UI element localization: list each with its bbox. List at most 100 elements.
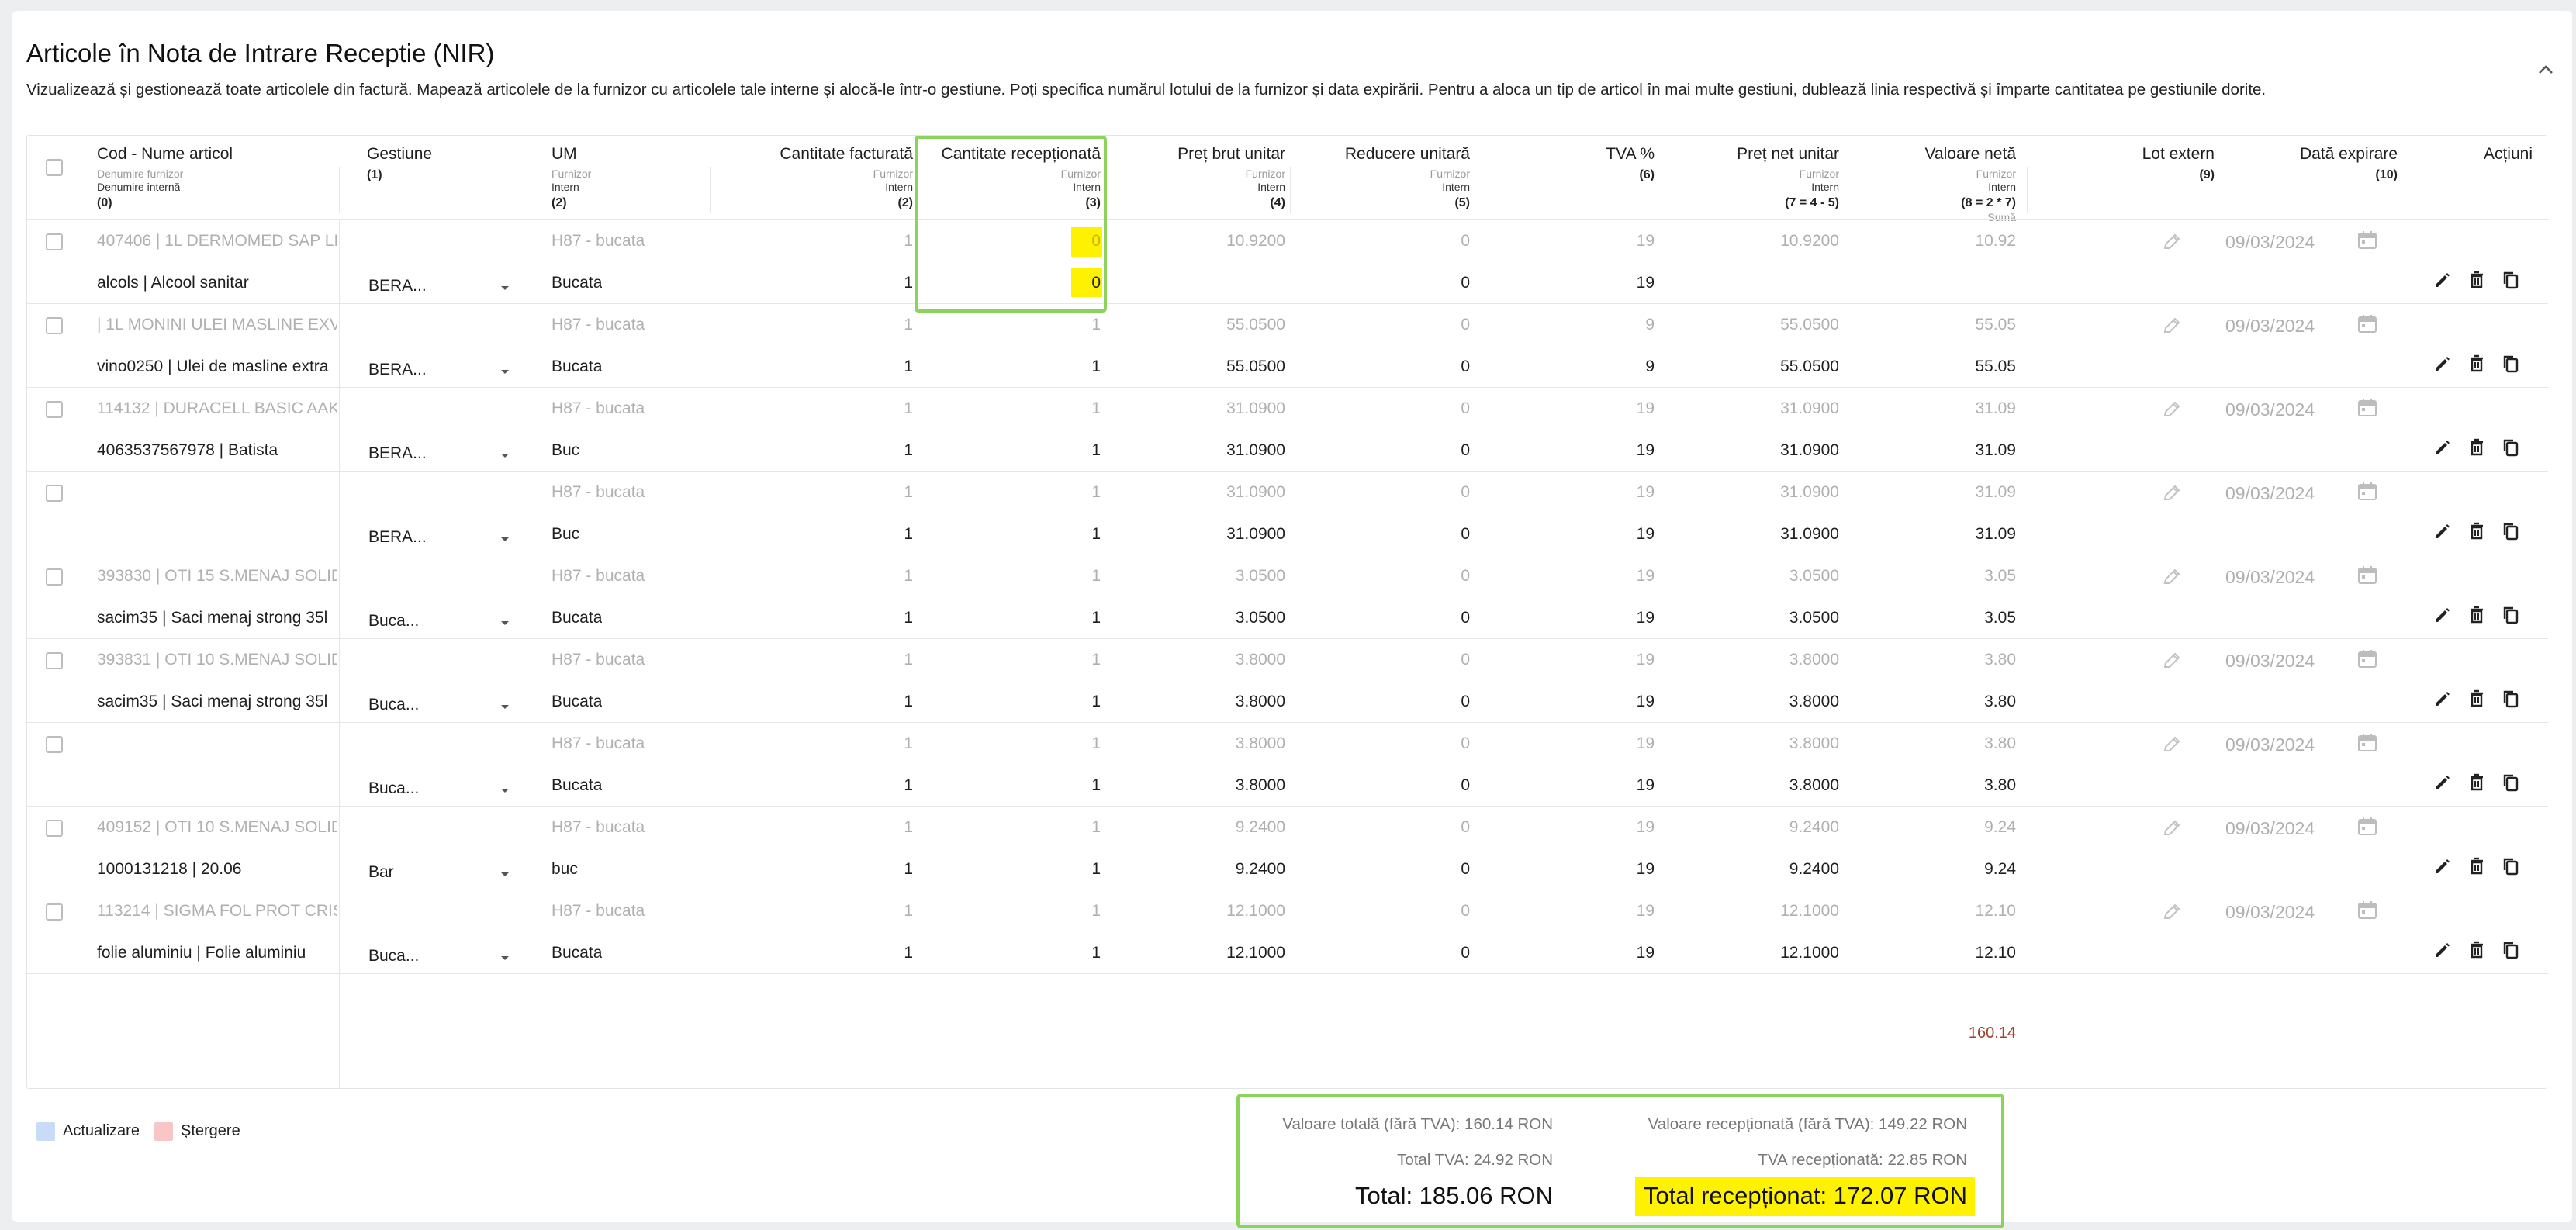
qty-received-input[interactable]: 1 [919, 693, 1101, 711]
copy-icon[interactable] [2500, 855, 2522, 881]
trash-icon[interactable] [2466, 688, 2488, 713]
row-checkbox[interactable] [46, 485, 63, 502]
qty-received-input[interactable]: 1 [919, 860, 1101, 879]
expiry-date-input[interactable]: 09/03/2024 [2225, 399, 2326, 420]
copy-icon[interactable] [2500, 353, 2522, 378]
internal-item-name[interactable]: folie aluminiu | Folie aluminiu [97, 944, 337, 962]
row-checkbox[interactable] [46, 652, 63, 669]
calendar-icon[interactable] [2356, 731, 2379, 758]
trash-icon[interactable] [2466, 520, 2488, 546]
internal-item-name[interactable]: alcols | Alcool sanitar [97, 274, 337, 292]
chevron-down-icon[interactable] [497, 447, 513, 467]
chevron-down-icon[interactable] [497, 950, 513, 969]
internal-item-name[interactable]: sacim35 | Saci menaj strong 35l [97, 609, 337, 627]
pencil-icon[interactable] [2160, 482, 2184, 509]
calendar-icon[interactable] [2356, 396, 2379, 423]
expiry-date-input[interactable]: 09/03/2024 [2225, 902, 2326, 923]
calendar-icon[interactable] [2356, 815, 2379, 842]
calendar-icon[interactable] [2356, 564, 2379, 591]
copy-icon[interactable] [2500, 939, 2522, 965]
expiry-date-input[interactable]: 09/03/2024 [2225, 483, 2326, 504]
pencil-icon[interactable] [2160, 230, 2184, 257]
expiry-date-input[interactable]: 09/03/2024 [2225, 232, 2326, 253]
edit-icon[interactable] [2432, 772, 2453, 797]
expiry-date-input[interactable]: 09/03/2024 [2225, 818, 2326, 839]
qty-received-input[interactable]: 1 [919, 776, 1101, 795]
copy-icon[interactable] [2500, 688, 2522, 713]
edit-icon[interactable] [2432, 437, 2453, 462]
pencil-icon[interactable] [2160, 817, 2184, 844]
internal-item-name[interactable]: 4063537567978 | Batista [97, 441, 337, 460]
gestiune-select[interactable]: Buca... [368, 947, 419, 966]
edit-icon[interactable] [2432, 939, 2453, 965]
expiry-date-input[interactable]: 09/03/2024 [2225, 734, 2326, 755]
chevron-down-icon[interactable] [497, 866, 513, 886]
trash-icon[interactable] [2466, 353, 2488, 378]
qty-received-input[interactable]: 1 [919, 358, 1101, 376]
qty-received-input[interactable]: 1 [919, 525, 1101, 544]
select-all-checkbox[interactable] [46, 159, 63, 176]
copy-icon[interactable] [2500, 437, 2522, 462]
expiry-date-input[interactable]: 09/03/2024 [2225, 316, 2326, 337]
gestiune-select[interactable]: Buca... [368, 779, 419, 798]
chevron-down-icon[interactable] [497, 364, 513, 383]
edit-icon[interactable] [2432, 604, 2453, 630]
internal-item-name[interactable]: vino0250 | Ulei de masline extra [97, 358, 337, 376]
row-checkbox[interactable] [46, 903, 63, 921]
row-checkbox[interactable] [46, 317, 63, 334]
row-checkbox[interactable] [46, 568, 63, 586]
row-checkbox[interactable] [46, 820, 63, 837]
calendar-icon[interactable] [2356, 648, 2379, 675]
trash-icon[interactable] [2466, 939, 2488, 965]
edit-icon[interactable] [2432, 520, 2453, 546]
expiry-date-input[interactable]: 09/03/2024 [2225, 651, 2326, 672]
um-supplier: H87 - bucata [552, 399, 645, 417]
gestiune-select[interactable]: BERA... [368, 444, 427, 463]
chevron-down-icon[interactable] [497, 280, 513, 299]
calendar-icon[interactable] [2356, 480, 2379, 507]
trash-icon[interactable] [2466, 855, 2488, 881]
trash-icon[interactable] [2466, 604, 2488, 630]
copy-icon[interactable] [2500, 269, 2522, 295]
pencil-icon[interactable] [2160, 314, 2184, 341]
gestiune-select[interactable]: Bar [368, 863, 394, 882]
row-checkbox[interactable] [46, 736, 63, 753]
chevron-down-icon[interactable] [497, 531, 513, 551]
pencil-icon[interactable] [2160, 733, 2184, 760]
chevron-down-icon[interactable] [497, 615, 513, 634]
trash-icon[interactable] [2466, 269, 2488, 295]
edit-icon[interactable] [2432, 688, 2453, 713]
row-checkbox[interactable] [46, 401, 63, 418]
qty-received-input[interactable]: 1 [919, 609, 1101, 627]
row-checkbox[interactable] [46, 233, 63, 250]
pencil-icon[interactable] [2160, 649, 2184, 676]
calendar-icon[interactable] [2356, 313, 2379, 340]
copy-icon[interactable] [2500, 520, 2522, 546]
chevron-down-icon[interactable] [497, 783, 513, 802]
pencil-icon[interactable] [2160, 398, 2184, 425]
legend-update-swatch [36, 1122, 55, 1141]
copy-icon[interactable] [2500, 604, 2522, 630]
gestiune-select[interactable]: Buca... [368, 696, 419, 714]
internal-item-name[interactable]: sacim35 | Saci menaj strong 35l [97, 693, 337, 711]
qty-received-input[interactable]: 1 [919, 441, 1101, 460]
gestiune-select[interactable]: BERA... [368, 361, 427, 379]
trash-icon[interactable] [2466, 437, 2488, 462]
gestiune-select[interactable]: BERA... [368, 528, 427, 547]
pencil-icon[interactable] [2160, 900, 2184, 928]
pencil-icon[interactable] [2160, 565, 2184, 593]
qty-received-input[interactable]: 1 [919, 944, 1101, 962]
expiry-date-input[interactable]: 09/03/2024 [2225, 567, 2326, 588]
chevron-down-icon[interactable] [497, 699, 513, 718]
internal-item-name[interactable]: 1000131218 | 20.06 [97, 860, 337, 879]
gestiune-select[interactable]: BERA... [368, 277, 427, 295]
chevron-up-icon[interactable] [2530, 54, 2561, 85]
copy-icon[interactable] [2500, 772, 2522, 797]
calendar-icon[interactable] [2356, 899, 2379, 926]
calendar-icon[interactable] [2356, 229, 2379, 256]
edit-icon[interactable] [2432, 269, 2453, 295]
edit-icon[interactable] [2432, 353, 2453, 378]
gestiune-select[interactable]: Buca... [368, 612, 419, 631]
edit-icon[interactable] [2432, 855, 2453, 881]
trash-icon[interactable] [2466, 772, 2488, 797]
